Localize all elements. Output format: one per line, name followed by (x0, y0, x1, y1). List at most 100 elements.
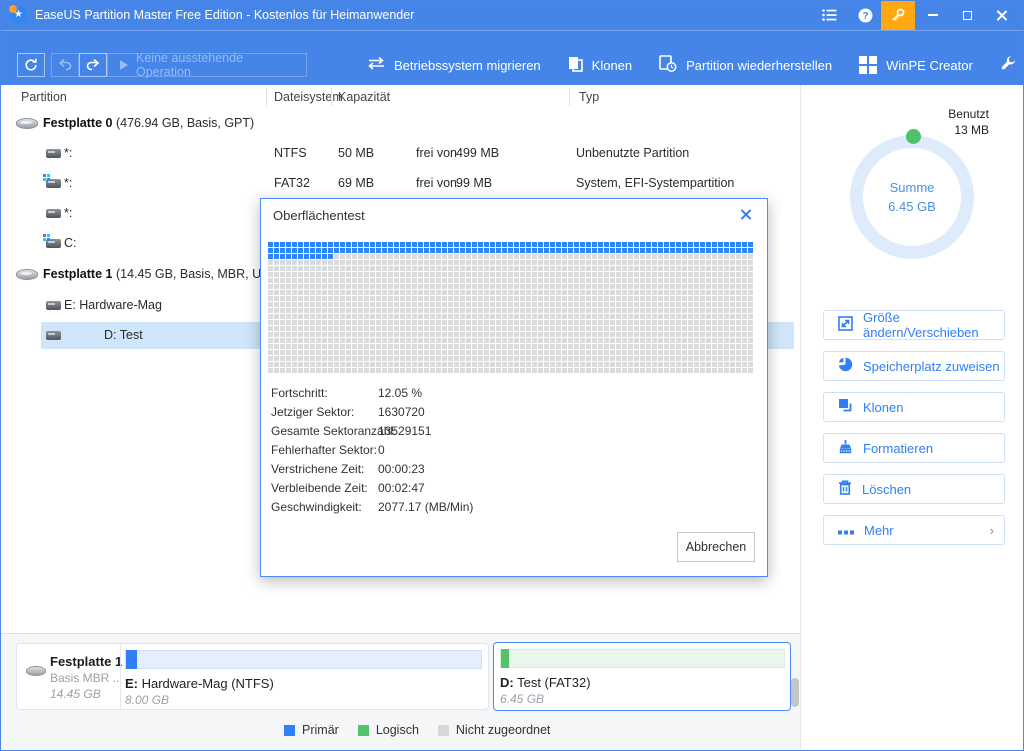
disk-icon (26, 666, 46, 676)
disk-icon (16, 269, 38, 280)
stat-label: Verstrichene Zeit: (271, 462, 378, 476)
stat-label: Fehlerhafter Sektor: (271, 443, 378, 457)
col-typ: Typ (579, 90, 599, 104)
legend-swatch (438, 725, 449, 736)
stat-row: Geschwindigkeit:2077.17 (MB/Min) (271, 500, 473, 519)
partition-bar-d[interactable] (500, 649, 785, 668)
disk-map-panel: Festplatte 1 Basis MBR .. 14.45 GB E: Ha… (1, 633, 800, 750)
system-badge-icon (43, 234, 51, 242)
legend-swatch (284, 725, 295, 736)
stat-row: Fehlerhafter Sektor:0 (271, 443, 473, 462)
svg-text:?: ? (862, 11, 868, 22)
row-name: D: Test (104, 328, 143, 342)
resize-move-icon (824, 316, 863, 334)
maximize-icon[interactable] (950, 0, 984, 30)
table-row-partition[interactable]: *:NTFS50 MBfrei von499 MBUnbenutzte Part… (1, 140, 794, 167)
stat-value: 0 (378, 443, 385, 457)
row-name: C: (64, 236, 77, 250)
redo-button[interactable] (79, 53, 107, 77)
sidebar-button-label: Formatieren (863, 441, 933, 456)
legend-item: Nicht zugeordnet (438, 723, 551, 737)
cell-type: Unbenutzte Partition (576, 146, 689, 160)
minimize-icon[interactable] (916, 0, 950, 30)
used-chunk (126, 650, 137, 669)
legend-label: Logisch (376, 723, 419, 737)
sidebar-button-6[interactable]: Mehr› (823, 515, 1005, 545)
table-header: Partition Dateisystem Kapazität Typ (1, 85, 800, 108)
legend: Primär Logisch Nicht zugeordnet (284, 723, 550, 737)
winpe-icon (859, 56, 877, 74)
clone-pages-icon (568, 56, 583, 75)
sidebar-button-2[interactable]: Speicherplatz zuweisen (823, 351, 1005, 381)
sector-test-grid (268, 242, 756, 374)
clone-icon (824, 398, 863, 416)
row-name: Festplatte 1 (14.45 GB, Basis, MBR, USB) (43, 267, 282, 281)
sidebar-button-3[interactable]: Klonen (823, 392, 1005, 422)
titlebar: ★ EaseUS Partition Master Free Edition -… (0, 0, 1024, 30)
sidebar-button-4[interactable]: Formatieren (823, 433, 1005, 463)
restore-partition-icon (659, 55, 677, 75)
partition-icon (46, 149, 61, 158)
total-label: Summe 6.45 GB (850, 178, 974, 216)
migrate-os-icon (368, 57, 385, 73)
partition-label-d: D: Test (FAT32) (500, 675, 591, 690)
partition-bar-e[interactable] (125, 650, 482, 669)
disk-name: Festplatte 1 (50, 654, 122, 669)
disk-icon (16, 118, 38, 129)
refresh-button[interactable] (17, 53, 45, 77)
app-logo-icon: ★ (10, 6, 27, 23)
right-sidebar: Benutzt 13 MB Summe 6.45 GB Größe ändern… (800, 85, 1023, 750)
col-kapazitaet: Kapazität (338, 90, 390, 104)
row-name: *: (64, 206, 72, 220)
toolbar-action-2[interactable]: Klonen (568, 56, 632, 75)
toolbar-action-5[interactable]: Werkzeuge (1000, 56, 1024, 75)
toolbar-action-3[interactable]: Partition wiederherstellen (659, 55, 832, 75)
disk-type: Basis MBR .. (50, 671, 119, 685)
dialog-close-icon[interactable] (737, 205, 755, 223)
table-row-partition[interactable]: *:FAT3269 MBfrei von99 MBSystem, EFI-Sys… (1, 170, 794, 197)
partition-card-d-selected[interactable]: D: Test (FAT32) 6.45 GB (493, 642, 791, 711)
help-icon[interactable]: ? (848, 0, 882, 30)
window-title: EaseUS Partition Master Free Edition - K… (35, 8, 414, 22)
partition-size-d: 6.45 GB (500, 692, 544, 706)
delete-icon (824, 480, 862, 498)
stat-row: Fortschritt:12.05 % (271, 386, 473, 405)
play-icon (120, 60, 128, 70)
stat-value: 12.05 % (378, 386, 422, 400)
toolbar-action-1[interactable]: Betriebssystem migrieren (368, 57, 541, 73)
disk-size: 14.45 GB (50, 687, 101, 701)
pending-operation-button[interactable]: Keine ausstehende Operation (107, 53, 307, 77)
scrollbar-thumb[interactable] (791, 678, 799, 707)
toolbar-action-label: WinPE Creator (886, 58, 973, 73)
sidebar-button-label: Klonen (863, 400, 903, 415)
disk-card[interactable]: Festplatte 1 Basis MBR .. 14.45 GB E: Ha… (16, 643, 489, 710)
legend-item: Primär (284, 723, 339, 737)
table-row-disk[interactable]: Festplatte 0 (476.94 GB, Basis, GPT) (1, 110, 794, 137)
stat-label: Fortschritt: (271, 386, 378, 400)
stat-row: Gesamte Sektoranzahl:13529151 (271, 424, 473, 443)
legend-item: Logisch (358, 723, 419, 737)
close-icon[interactable] (984, 0, 1018, 30)
stat-value: 00:02:47 (378, 481, 425, 495)
stat-value: 13529151 (378, 424, 431, 438)
app-header: ★ EaseUS Partition Master Free Edition -… (0, 0, 1024, 85)
used-label: Benutzt 13 MB (948, 106, 989, 138)
sidebar-button-1[interactable]: Größe ändern/Verschieben (823, 310, 1005, 340)
license-key-icon[interactable] (881, 0, 915, 30)
col-dateisystem: Dateisystem (274, 90, 343, 104)
toolbar-action-4[interactable]: WinPE Creator (859, 56, 973, 74)
partition-icon (46, 301, 61, 310)
undo-button[interactable] (51, 53, 79, 77)
partition-size-e: 8.00 GB (125, 693, 169, 707)
row-name: E: Hardware-Mag (64, 298, 162, 312)
used-dot (906, 129, 921, 144)
row-name: Festplatte 0 (476.94 GB, Basis, GPT) (43, 116, 254, 130)
legend-swatch (358, 725, 369, 736)
cancel-button[interactable]: Abbrechen (677, 532, 755, 562)
cell-capacity-of: frei von (416, 146, 457, 160)
sidebar-button-label: Größe ändern/Verschieben (863, 310, 1004, 340)
sidebar-button-5[interactable]: Löschen (823, 474, 1005, 504)
menu-list-icon[interactable] (812, 0, 846, 30)
cell-capacity-total: 499 MB (456, 146, 499, 160)
legend-label: Primär (302, 723, 339, 737)
